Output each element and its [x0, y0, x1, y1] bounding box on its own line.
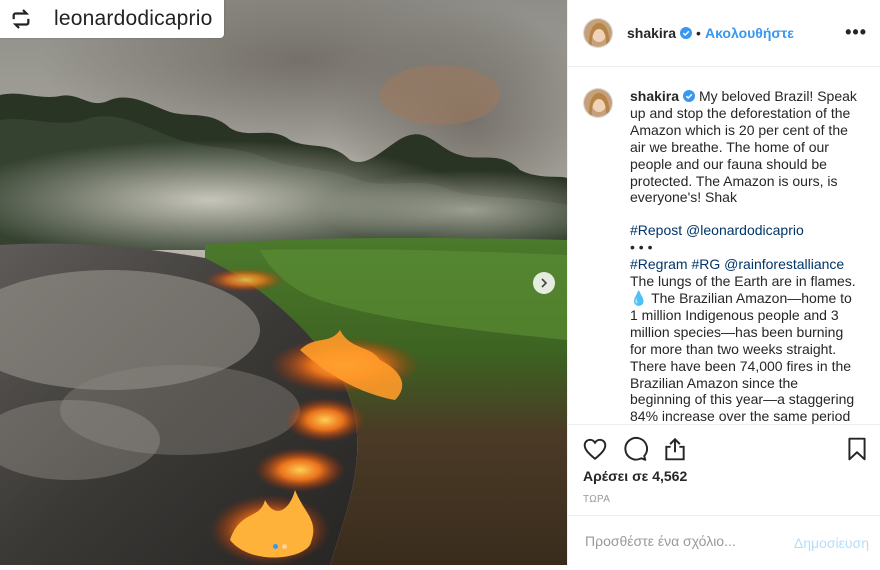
comments-area[interactable]: shakira My beloved Brazil! Speak up and …: [568, 66, 880, 424]
share-icon: [665, 437, 685, 461]
post-sidebar: shakira • Ακολουθήστε ••• shakira My bel…: [567, 0, 880, 565]
save-button[interactable]: [844, 436, 870, 462]
repost-icon: [12, 9, 30, 29]
amazon-fire-image: [0, 0, 567, 565]
caption-body: My beloved Brazil! Speak up and stop the…: [630, 88, 857, 206]
verified-badge-icon: [680, 27, 693, 39]
mention-rainforestalliance[interactable]: @rainforestalliance: [724, 256, 844, 272]
comment-input[interactable]: [583, 532, 787, 550]
comment-icon: [624, 436, 648, 461]
caption-body-2: The lungs of the Earth are in flames. 💧 …: [630, 273, 856, 424]
chevron-right-icon: [541, 278, 548, 288]
repost-username[interactable]: leonardodicaprio: [54, 7, 212, 31]
caption-text: shakira My beloved Brazil! Speak up and …: [630, 88, 862, 424]
caption-dots: • • •: [630, 239, 653, 256]
heart-icon: [583, 438, 607, 461]
share-button[interactable]: [662, 436, 688, 462]
carousel-dot: [273, 544, 278, 549]
hashtag-rg[interactable]: #RG: [691, 256, 720, 272]
avatar[interactable]: [583, 18, 613, 48]
comment-form: Δημοσίευση: [568, 515, 880, 567]
post-header: shakira • Ακολουθήστε •••: [568, 0, 880, 67]
like-button[interactable]: [582, 436, 608, 462]
post-timestamp[interactable]: ΤΩΡΑ: [583, 494, 610, 505]
comment-button[interactable]: [622, 436, 648, 462]
mention-leonardodicaprio[interactable]: @leonardodicaprio: [686, 222, 804, 238]
avatar-image: [584, 89, 612, 117]
caption: shakira My beloved Brazil! Speak up and …: [583, 88, 873, 424]
post-actions: Αρέσει σε 4,562 ΤΩΡΑ Δημοσίευση: [568, 424, 880, 570]
hashtag-repost[interactable]: #Repost: [630, 222, 682, 238]
post-photo[interactable]: leonardodicaprio: [0, 0, 567, 565]
caption-username[interactable]: shakira: [630, 88, 679, 104]
bookmark-icon: [848, 437, 866, 461]
header-username[interactable]: shakira: [627, 25, 676, 41]
carousel-indicator: [273, 544, 287, 549]
more-options-button[interactable]: •••: [845, 23, 867, 41]
avatar[interactable]: [583, 88, 613, 118]
likes-count[interactable]: Αρέσει σε 4,562: [583, 468, 687, 484]
repost-banner[interactable]: leonardodicaprio: [0, 0, 225, 38]
instagram-post-modal: leonardodicaprio shakira • Ακολουθήστε •…: [0, 0, 880, 565]
follow-button[interactable]: Ακολουθήστε: [705, 25, 794, 41]
header-separator: •: [696, 25, 701, 41]
verified-badge-icon: [683, 90, 696, 102]
post-comment-button[interactable]: Δημοσίευση: [794, 535, 869, 551]
carousel-dot: [282, 544, 287, 549]
avatar-image: [584, 19, 612, 47]
hashtag-regram[interactable]: #Regram: [630, 256, 688, 272]
carousel-next-button[interactable]: [533, 272, 555, 294]
